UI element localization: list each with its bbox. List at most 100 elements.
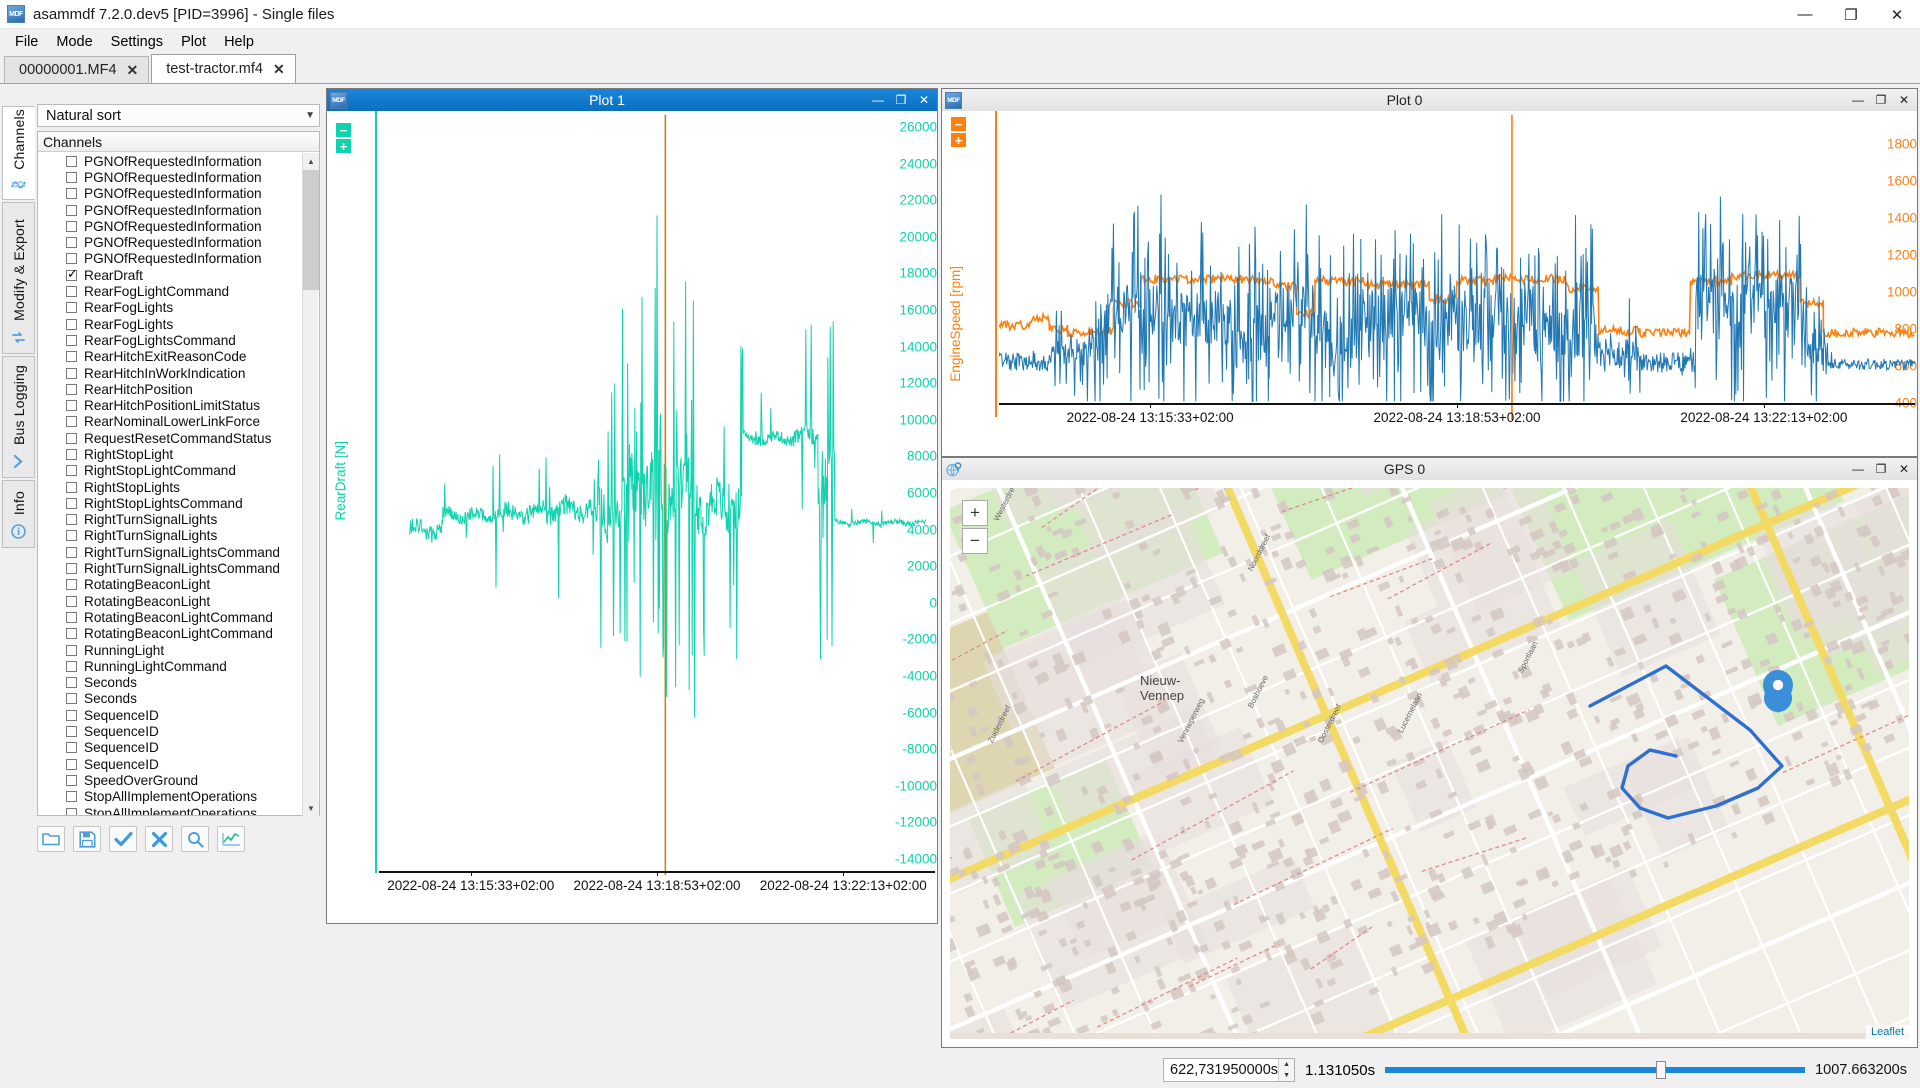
channel-list-item[interactable]: RunningLightCommand bbox=[38, 658, 319, 674]
channel-list-item[interactable]: PGNOfRequestedInformation bbox=[38, 234, 319, 250]
channel-checkbox[interactable] bbox=[66, 302, 77, 313]
channel-checkbox[interactable] bbox=[66, 221, 77, 232]
channel-list-item[interactable]: RotatingBeaconLight bbox=[38, 593, 319, 609]
channel-list-item[interactable]: RotatingBeaconLightCommand bbox=[38, 626, 319, 642]
time-slider[interactable] bbox=[1385, 1067, 1805, 1073]
channel-checkbox[interactable] bbox=[66, 270, 77, 281]
plot0-title-bar[interactable]: MDF Plot 0 — ❐ ✕ bbox=[942, 89, 1917, 111]
channel-list-item[interactable]: RequestResetCommandStatus bbox=[38, 430, 319, 446]
plot0-close-button[interactable]: ✕ bbox=[1893, 91, 1915, 110]
sidebar-item-bus-logging[interactable]: Bus Logging bbox=[2, 356, 35, 478]
scrollbar-thumb[interactable] bbox=[303, 170, 319, 290]
channel-list[interactable]: PGNOfRequestedInformationPGNOfRequestedI… bbox=[38, 152, 319, 815]
plot1-axis-decrease-button[interactable]: − bbox=[336, 123, 351, 137]
plot1-axis-increase-button[interactable]: + bbox=[336, 139, 351, 153]
menu-settings[interactable]: Settings bbox=[102, 31, 172, 53]
channel-list-item[interactable]: StopAllImplementOperations bbox=[38, 805, 319, 815]
sidebar-item-channels[interactable]: Channels bbox=[2, 106, 35, 200]
apply-button[interactable] bbox=[109, 826, 137, 852]
channel-checkbox[interactable] bbox=[66, 628, 77, 639]
plot1-minimize-button[interactable]: — bbox=[867, 91, 889, 110]
channel-list-item[interactable]: RearNominalLowerLinkForce bbox=[38, 414, 319, 430]
channel-checkbox[interactable] bbox=[66, 351, 77, 362]
channel-list-item[interactable]: Seconds bbox=[38, 691, 319, 707]
channel-checkbox[interactable] bbox=[66, 759, 77, 770]
close-button[interactable]: ✕ bbox=[1874, 0, 1920, 29]
channel-list-item[interactable]: RightStopLightCommand bbox=[38, 463, 319, 479]
minimize-button[interactable]: — bbox=[1782, 0, 1828, 29]
open-folder-button[interactable] bbox=[37, 826, 65, 852]
channel-list-item[interactable]: RearFogLightsCommand bbox=[38, 332, 319, 348]
channel-list-item[interactable]: RearFogLights bbox=[38, 300, 319, 316]
channel-list-item[interactable]: PGNOfRequestedInformation bbox=[38, 251, 319, 267]
channel-checkbox[interactable] bbox=[66, 645, 77, 656]
channel-checkbox[interactable] bbox=[66, 237, 77, 248]
maximize-button[interactable]: ❐ bbox=[1828, 0, 1874, 29]
map-zoom-out-button[interactable]: − bbox=[962, 528, 988, 554]
channel-checkbox[interactable] bbox=[66, 205, 77, 216]
plot1-maximize-button[interactable]: ❐ bbox=[890, 91, 912, 110]
channel-list-item[interactable]: RearHitchPositionLimitStatus bbox=[38, 397, 319, 413]
channel-list-item[interactable]: SpeedOverGround bbox=[38, 772, 319, 788]
channel-checkbox[interactable] bbox=[66, 710, 77, 721]
channel-checkbox[interactable] bbox=[66, 661, 77, 672]
channel-checkbox[interactable] bbox=[66, 482, 77, 493]
file-tab-close-icon[interactable]: ✕ bbox=[273, 61, 285, 78]
channel-list-item[interactable]: RightStopLightsCommand bbox=[38, 495, 319, 511]
file-tab-00000001[interactable]: 00000001.MF4 ✕ bbox=[4, 56, 149, 83]
channel-list-item[interactable]: RearFogLights bbox=[38, 316, 319, 332]
channel-checkbox[interactable] bbox=[66, 726, 77, 737]
file-tab-close-icon[interactable]: ✕ bbox=[127, 62, 139, 79]
channel-checkbox[interactable] bbox=[66, 433, 77, 444]
plot1-close-button[interactable]: ✕ bbox=[913, 91, 935, 110]
channel-list-item[interactable]: SequenceID bbox=[38, 756, 319, 772]
sidebar-item-modify-export[interactable]: Modify & Export bbox=[2, 202, 35, 354]
file-tab-test-tractor[interactable]: test-tractor.mf4 ✕ bbox=[151, 54, 295, 83]
plot0-maximize-button[interactable]: ❐ bbox=[1870, 91, 1892, 110]
channel-checkbox[interactable] bbox=[66, 384, 77, 395]
time-slider-handle[interactable] bbox=[1656, 1061, 1666, 1079]
sort-mode-select[interactable]: Natural sort ▼ bbox=[37, 104, 320, 127]
channel-checkbox[interactable] bbox=[66, 400, 77, 411]
channel-checkbox[interactable] bbox=[66, 530, 77, 541]
channel-checkbox[interactable] bbox=[66, 547, 77, 558]
channel-list-item[interactable]: PGNOfRequestedInformation bbox=[38, 153, 319, 169]
search-button[interactable] bbox=[181, 826, 209, 852]
channel-list-item[interactable]: RightTurnSignalLights bbox=[38, 512, 319, 528]
scroll-down-button[interactable]: ▼ bbox=[303, 800, 319, 816]
channel-list-item[interactable]: RightStopLights bbox=[38, 479, 319, 495]
channel-list-item[interactable]: RearHitchPosition bbox=[38, 381, 319, 397]
channel-checkbox[interactable] bbox=[66, 693, 77, 704]
channel-checkbox[interactable] bbox=[66, 579, 77, 590]
channel-list-item[interactable]: RunningLight bbox=[38, 642, 319, 658]
channel-list-item[interactable]: SequenceID bbox=[38, 740, 319, 756]
spin-up-button[interactable]: ▲ bbox=[1279, 1059, 1294, 1070]
save-button[interactable] bbox=[73, 826, 101, 852]
scroll-up-button[interactable]: ▲ bbox=[303, 153, 319, 169]
channel-checkbox[interactable] bbox=[66, 335, 77, 346]
channel-list-item[interactable]: RearHitchExitReasonCode bbox=[38, 349, 319, 365]
time-position-input[interactable]: 622,731950000s ▲ ▼ bbox=[1163, 1058, 1295, 1082]
channel-checkbox[interactable] bbox=[66, 677, 77, 688]
channel-checkbox[interactable] bbox=[66, 742, 77, 753]
channel-checkbox[interactable] bbox=[66, 498, 77, 509]
gps0-maximize-button[interactable]: ❐ bbox=[1870, 460, 1892, 479]
channel-checkbox[interactable] bbox=[66, 253, 77, 264]
channel-checkbox[interactable] bbox=[66, 775, 77, 786]
plot0-canvas[interactable] bbox=[999, 115, 1917, 418]
channel-checkbox[interactable] bbox=[66, 416, 77, 427]
channel-list-item[interactable]: PGNOfRequestedInformation bbox=[38, 202, 319, 218]
plot0-axis-decrease-button[interactable]: − bbox=[951, 117, 966, 131]
channel-list-item[interactable]: RightTurnSignalLightsCommand bbox=[38, 560, 319, 576]
plot0-minimize-button[interactable]: — bbox=[1847, 91, 1869, 110]
channel-checkbox[interactable] bbox=[66, 449, 77, 460]
channel-checkbox[interactable] bbox=[66, 596, 77, 607]
menu-help[interactable]: Help bbox=[215, 31, 263, 53]
channel-checkbox[interactable] bbox=[66, 514, 77, 525]
channel-list-item[interactable]: RightStopLight bbox=[38, 446, 319, 462]
channel-checkbox[interactable] bbox=[66, 319, 77, 330]
channel-checkbox[interactable] bbox=[66, 286, 77, 297]
channel-list-item[interactable]: SequenceID bbox=[38, 707, 319, 723]
channel-checkbox[interactable] bbox=[66, 563, 77, 574]
channel-list-item[interactable]: PGNOfRequestedInformation bbox=[38, 169, 319, 185]
